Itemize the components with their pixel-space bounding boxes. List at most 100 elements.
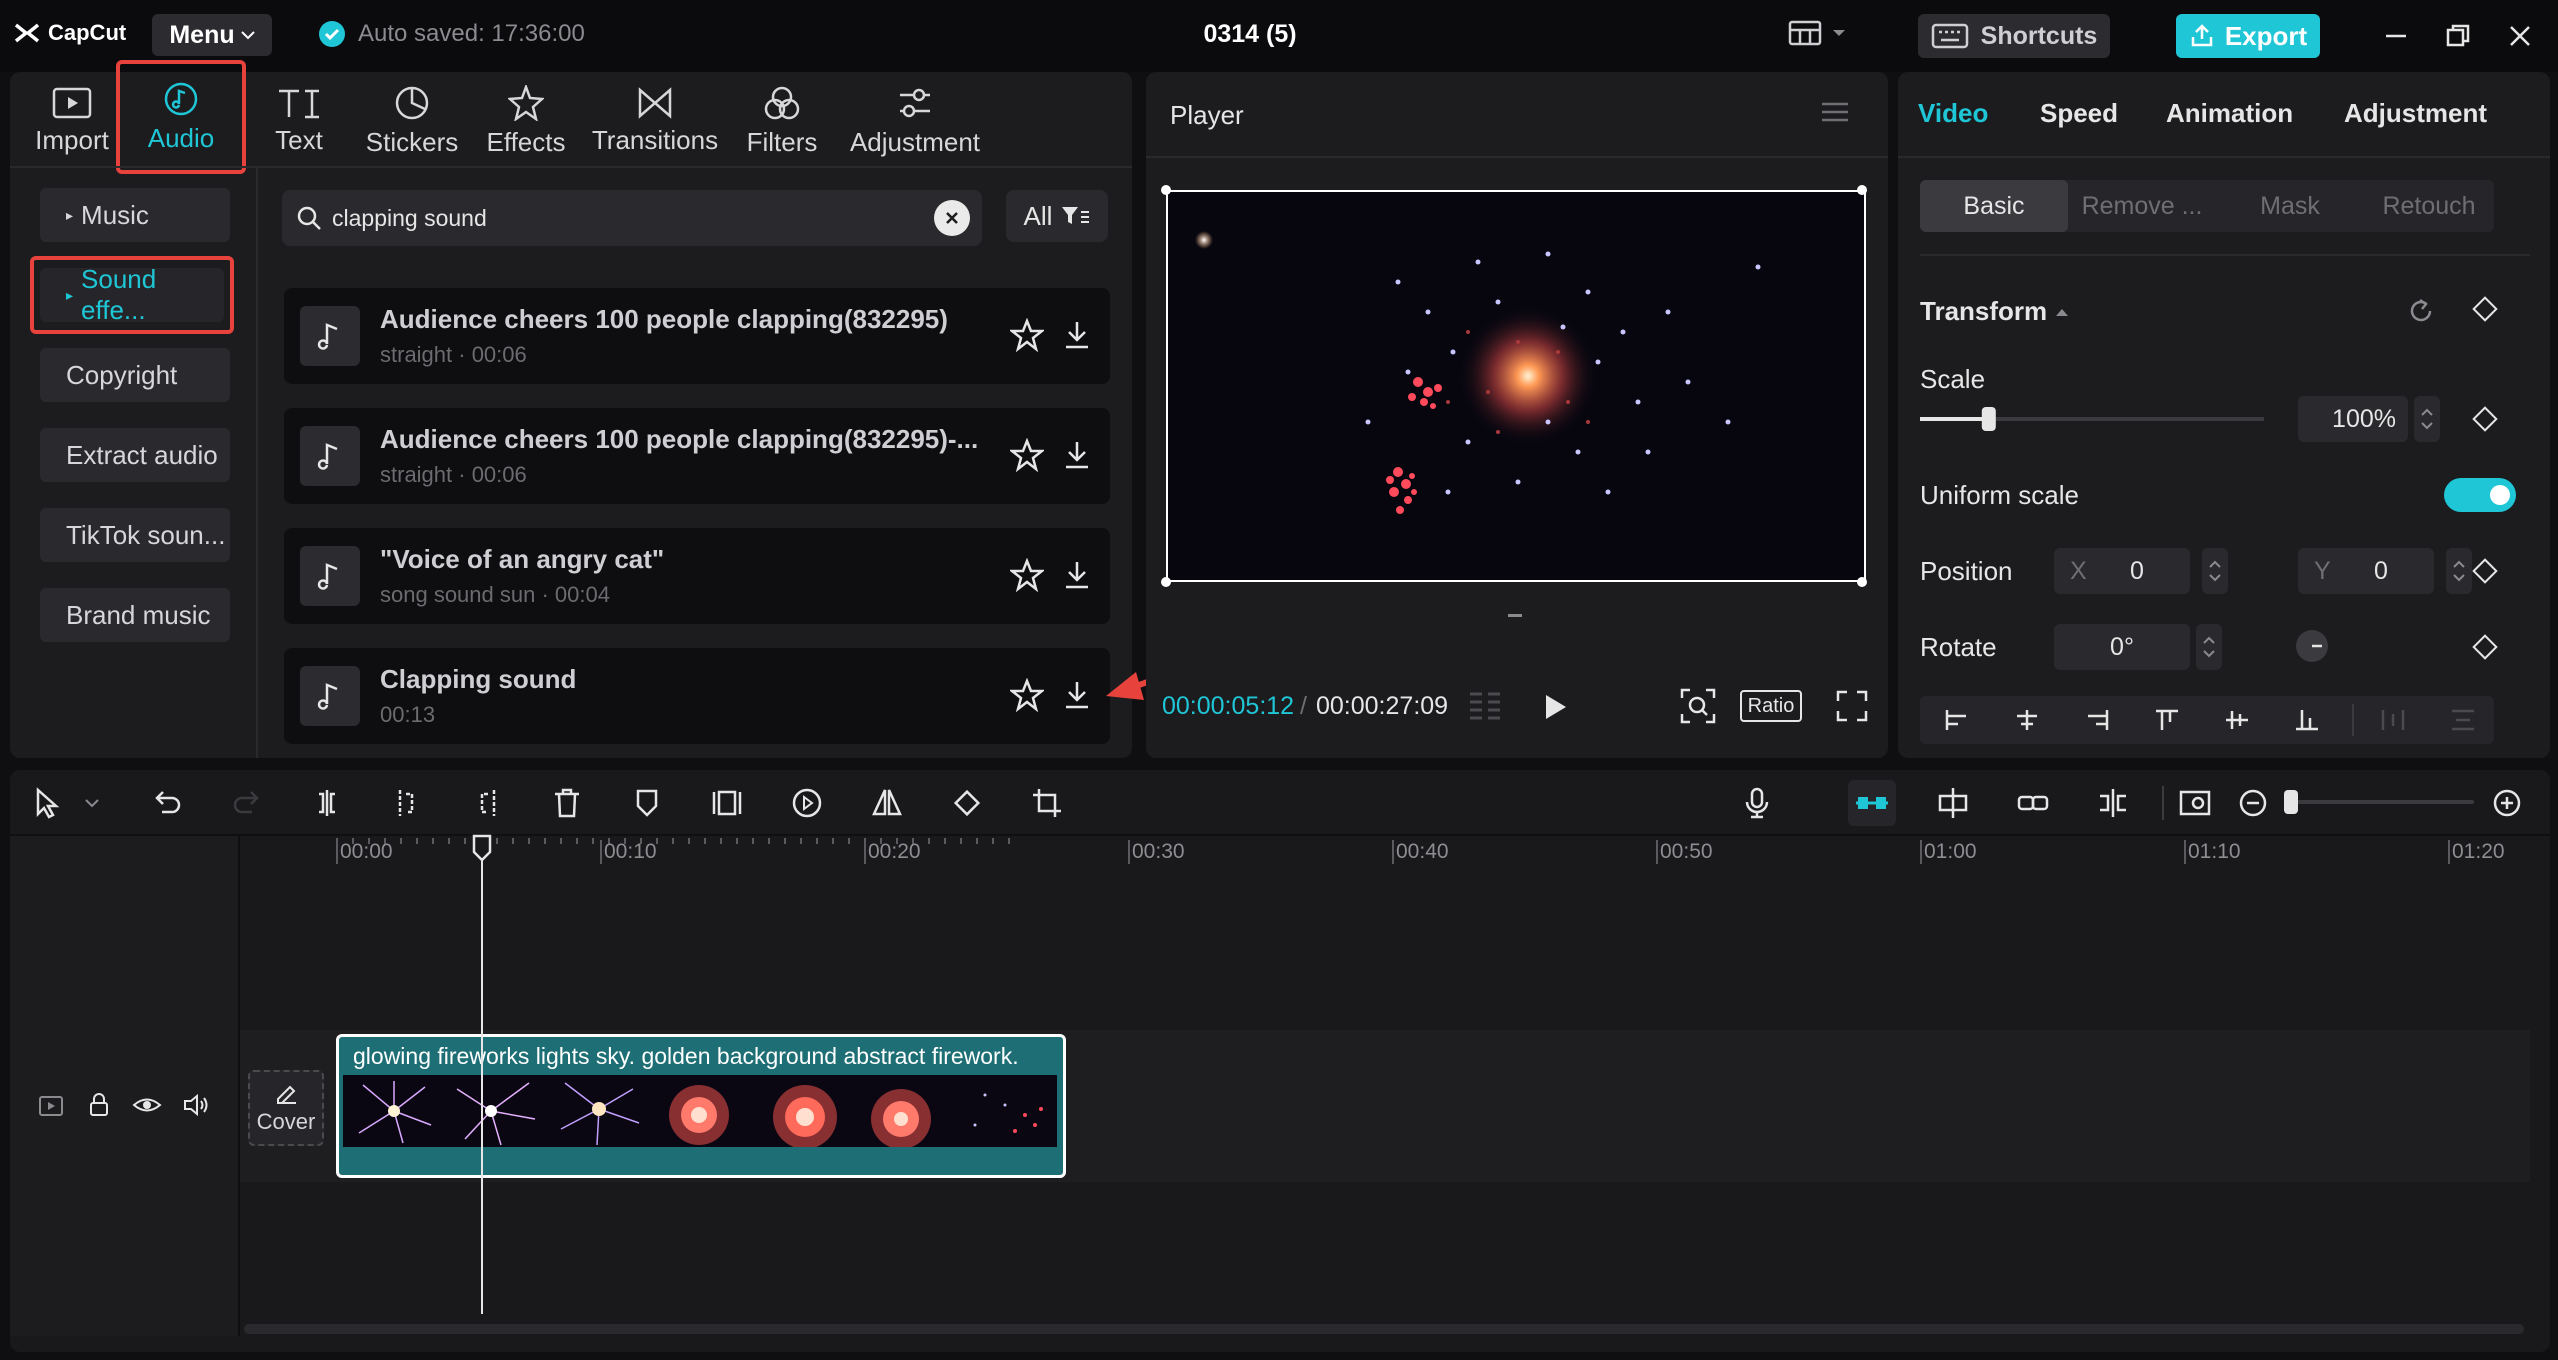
menu-button[interactable]: Menu: [152, 14, 272, 56]
category-music[interactable]: ▸ Music: [40, 188, 230, 242]
favorite-icon[interactable]: [1010, 318, 1044, 352]
download-icon[interactable]: [1060, 438, 1094, 472]
tab-text[interactable]: Text: [258, 76, 340, 166]
download-icon[interactable]: [1060, 678, 1094, 712]
category-sound-effects[interactable]: ▸ Sound effe...: [40, 264, 224, 325]
distribute-v-icon[interactable]: [2450, 708, 2476, 732]
favorite-icon[interactable]: [1010, 438, 1044, 472]
reset-icon[interactable]: [2406, 296, 2436, 326]
play-icon[interactable]: [1542, 692, 1570, 722]
search-input[interactable]: clapping sound: [282, 190, 982, 246]
audio-result-item[interactable]: Audience cheers 100 people clapping(8322…: [284, 408, 1110, 504]
scale-input[interactable]: 100%: [2298, 396, 2408, 442]
subtab-mask[interactable]: Mask: [2216, 180, 2364, 232]
distribute-h-icon[interactable]: [2380, 708, 2406, 732]
pos-y-stepper[interactable]: [2446, 548, 2472, 594]
export-button[interactable]: Export: [2176, 14, 2320, 58]
position-x-input[interactable]: X0: [2054, 548, 2190, 594]
tab-animation[interactable]: Animation: [2166, 98, 2293, 129]
minimize-icon[interactable]: [2382, 22, 2410, 50]
audio-result-item[interactable]: "Voice of an angry cat" song sound sun ·…: [284, 528, 1110, 624]
tab-adjustment[interactable]: Adjustment: [842, 76, 988, 166]
delete-icon[interactable]: [550, 786, 584, 820]
snap-icon[interactable]: [1936, 786, 1970, 820]
speaker-icon[interactable]: [182, 1092, 210, 1118]
chevron-down-icon[interactable]: [84, 798, 100, 810]
split-right-icon[interactable]: [470, 786, 504, 820]
tab-transitions[interactable]: Transitions: [590, 76, 720, 166]
tab-filters[interactable]: Filters: [738, 76, 826, 166]
resize-handle[interactable]: [1161, 577, 1171, 587]
subtab-remove[interactable]: Remove ...: [2068, 180, 2216, 232]
magnet-toggle[interactable]: [1848, 780, 1896, 826]
rotate-dial-icon[interactable]: [2294, 628, 2330, 664]
align-left-icon[interactable]: [1944, 708, 1970, 732]
shortcuts-button[interactable]: Shortcuts: [1918, 14, 2110, 58]
waveform-icon[interactable]: [1468, 690, 1510, 724]
align-right-icon[interactable]: [2084, 708, 2110, 732]
align-center-h-icon[interactable]: [2014, 708, 2040, 732]
download-icon[interactable]: [1060, 558, 1094, 592]
tab-import[interactable]: Import: [26, 76, 118, 166]
category-brand-music[interactable]: Brand music: [40, 588, 230, 642]
mirror-icon[interactable]: [870, 786, 904, 820]
menu-lines-icon[interactable]: [1820, 100, 1850, 124]
clear-search-button[interactable]: [934, 200, 970, 236]
zoom-slider-thumb[interactable]: [2284, 790, 2298, 814]
rotate-icon[interactable]: [950, 786, 984, 820]
subtab-retouch[interactable]: Retouch: [2364, 180, 2494, 232]
microphone-icon[interactable]: [1740, 786, 1774, 820]
cover-button[interactable]: Cover: [248, 1070, 324, 1146]
fullscreen-icon[interactable]: [1836, 690, 1868, 722]
tab-adjustment-props[interactable]: Adjustment: [2344, 98, 2487, 129]
eye-icon[interactable]: [132, 1092, 162, 1118]
tab-effects[interactable]: Effects: [476, 76, 576, 166]
split-left-icon[interactable]: [390, 786, 424, 820]
subtab-basic[interactable]: Basic: [1920, 180, 2068, 232]
category-copyright[interactable]: Copyright: [40, 348, 230, 402]
zoom-in-icon[interactable]: [2490, 786, 2524, 820]
lock-icon[interactable]: [86, 1092, 112, 1118]
screenshot-icon[interactable]: [2178, 786, 2212, 820]
ratio-button[interactable]: Ratio: [1740, 690, 1802, 722]
resize-handle[interactable]: [1857, 577, 1867, 587]
position-y-input[interactable]: Y0: [2298, 548, 2434, 594]
tab-audio[interactable]: Audio: [116, 60, 246, 174]
preview-axis-icon[interactable]: [2096, 786, 2130, 820]
freeze-icon[interactable]: [710, 786, 744, 820]
redo-icon[interactable]: [230, 786, 264, 820]
zoom-slider[interactable]: [2294, 800, 2474, 804]
download-icon[interactable]: [1060, 318, 1094, 352]
zoom-fit-icon[interactable]: [1680, 688, 1716, 724]
category-extract-audio[interactable]: Extract audio: [40, 428, 230, 482]
marker-icon[interactable]: [630, 786, 664, 820]
close-icon[interactable]: [2506, 22, 2534, 50]
video-clip[interactable]: glowing fireworks lights sky. golden bac…: [336, 1034, 1066, 1178]
layout-button[interactable]: [1788, 20, 1846, 46]
undo-icon[interactable]: [150, 786, 184, 820]
scale-stepper[interactable]: [2414, 396, 2440, 442]
tab-video[interactable]: Video: [1918, 98, 1988, 129]
rotate-input[interactable]: 0°: [2054, 624, 2190, 670]
resize-handle[interactable]: [1857, 185, 1867, 195]
canvas-grip[interactable]: [1508, 614, 1522, 617]
select-tool-icon[interactable]: [30, 786, 64, 820]
favorite-icon[interactable]: [1010, 558, 1044, 592]
uniform-scale-toggle[interactable]: [2444, 478, 2516, 512]
pos-x-stepper[interactable]: [2202, 548, 2228, 594]
tab-stickers[interactable]: Stickers: [362, 76, 462, 166]
horizontal-scrollbar[interactable]: [244, 1324, 2524, 1334]
scale-slider-thumb[interactable]: [1981, 407, 1996, 431]
transform-section[interactable]: Transform: [1920, 296, 2069, 327]
audio-result-item[interactable]: Clapping sound 00:13: [284, 648, 1110, 744]
scale-slider[interactable]: [1920, 404, 2264, 434]
crop-icon[interactable]: [1030, 786, 1064, 820]
link-icon[interactable]: [2016, 786, 2050, 820]
filter-button[interactable]: All: [1006, 190, 1108, 242]
zoom-out-icon[interactable]: [2236, 786, 2270, 820]
align-top-icon[interactable]: [2154, 708, 2180, 732]
category-tiktok-sounds[interactable]: TikTok soun...: [40, 508, 230, 562]
tab-speed[interactable]: Speed: [2040, 98, 2118, 129]
favorite-icon[interactable]: [1010, 678, 1044, 712]
playhead-line[interactable]: [481, 838, 483, 1314]
